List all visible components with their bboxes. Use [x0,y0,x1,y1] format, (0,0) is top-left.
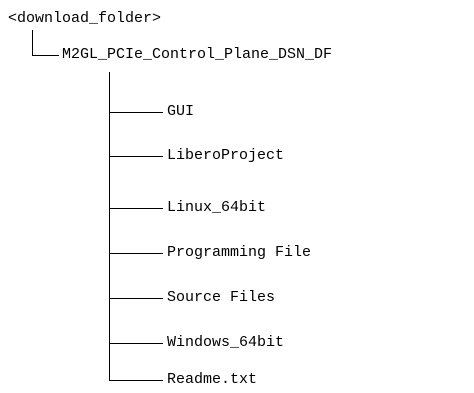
tree-item-libero-project: LiberoProject [167,147,285,164]
root-connector-vertical [32,30,33,55]
branch-readme [109,380,163,381]
branch-source-files [109,298,163,299]
branch-libero-project [109,156,163,157]
tree-item-windows-64bit: Windows_64bit [167,334,285,351]
tree-item-source-files: Source Files [167,289,276,306]
root-connector-horizontal [32,55,59,56]
tree-item-programming-file: Programming File [167,244,312,261]
root-folder-label: <download_folder> [8,10,162,27]
tree-trunk [109,72,110,380]
branch-windows-64bit [109,343,163,344]
tree-item-readme: Readme.txt [167,371,258,388]
project-folder-label: M2GL_PCIe_Control_Plane_DSN_DF [62,46,333,63]
branch-gui [109,112,163,113]
folder-tree-diagram: <download_folder> M2GL_PCIe_Control_Plan… [0,0,474,393]
tree-item-gui: GUI [167,103,195,120]
branch-linux-64bit [109,208,163,209]
tree-item-linux-64bit: Linux_64bit [167,199,267,216]
branch-programming-file [109,253,163,254]
